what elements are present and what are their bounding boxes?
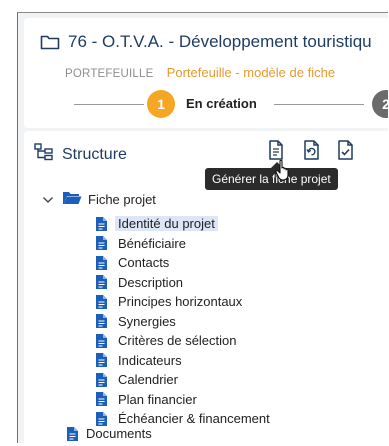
document-icon [269, 140, 283, 160]
folder-icon [40, 34, 60, 50]
document-refresh-icon [304, 140, 319, 160]
file-icon [96, 216, 107, 231]
tree-item-documents[interactable]: Documents [67, 426, 152, 441]
tree-item-contacts[interactable]: Contacts [96, 253, 356, 273]
tree-item-label: Identité du projet [115, 216, 218, 232]
breadcrumb: PORTEFEUILLE Portefeuille - modèle de fi… [65, 65, 335, 80]
tree-item-label: Bénéficiaire [118, 235, 186, 251]
hand-cursor-icon [274, 159, 292, 186]
app-frame: 76 - O.T.V.A. - Développement touristiqu… [17, 12, 388, 443]
stepper-line-right [274, 104, 364, 105]
file-icon [96, 372, 107, 387]
file-icon [96, 333, 107, 348]
project-title: 76 - O.T.V.A. - Développement touristiqu [68, 32, 372, 51]
chevron-down-icon[interactable] [42, 192, 56, 207]
tree-item-principes-horizontaux[interactable]: Principes horizontaux [96, 292, 356, 312]
folder-open-icon [62, 191, 82, 208]
file-icon [96, 236, 107, 251]
tree-item-indicateurs[interactable]: Indicateurs [96, 351, 356, 371]
file-icon [96, 314, 107, 329]
tree-item-plan-financier[interactable]: Plan financier [96, 390, 356, 410]
document-check-icon [338, 140, 353, 160]
file-icon [96, 411, 107, 426]
tree-item-calendrier[interactable]: Calendrier [96, 370, 356, 390]
breadcrumb-current[interactable]: Portefeuille - modèle de fiche [167, 65, 335, 80]
tree-item-label: Description [118, 274, 184, 290]
tree-item-label: Calendrier [118, 372, 178, 388]
project-header: 76 - O.T.V.A. - Développement touristiqu… [24, 18, 388, 128]
step-current-label: En création [186, 96, 257, 111]
breadcrumb-root[interactable]: PORTEFEUILLE [65, 68, 153, 80]
tree-item-label: Plan financier [118, 391, 197, 407]
validate-sheet-button[interactable] [333, 137, 359, 163]
file-icon [96, 255, 107, 270]
step-current-badge: 1 [147, 90, 175, 118]
tree-node-label: Fiche projet [88, 192, 156, 207]
project-title-row: 76 - O.T.V.A. - Développement touristiqu [40, 32, 372, 52]
file-icon [96, 392, 107, 407]
tree-item-label: Échéancier & financement [118, 411, 270, 427]
stepper-line-left [74, 104, 144, 105]
tree-node-fiche-projet[interactable]: Fiche projet [42, 191, 156, 208]
structure-header: Structure [34, 143, 127, 166]
tree-item-label: Contacts [118, 255, 170, 271]
step-next-badge: 2 [372, 90, 388, 118]
structure-tree-items: Identité du projet Bénéficiaire Contacts… [96, 214, 356, 429]
workflow-stepper: 1 En création 2 [74, 90, 388, 120]
file-icon [67, 426, 78, 441]
file-icon [96, 353, 107, 368]
tree-item-description[interactable]: Description [96, 273, 356, 293]
tree-item-criteres-de-selection[interactable]: Critères de sélection [96, 331, 356, 351]
tree-item-synergies[interactable]: Synergies [96, 312, 356, 332]
refresh-sheet-button[interactable] [299, 137, 325, 163]
structure-panel: Structure Générer la fiche projet Fiche … [24, 131, 388, 443]
tree-item-beneficiaire[interactable]: Bénéficiaire [96, 234, 356, 254]
file-icon [96, 294, 107, 309]
tree-item-label: Principes horizontaux [118, 294, 243, 310]
structure-title: Structure [62, 145, 127, 163]
generate-sheet-tooltip: Générer la fiche projet [205, 168, 338, 190]
tree-item-label: Synergies [118, 313, 176, 329]
tree-item-label: Documents [86, 426, 152, 441]
tree-item-identite-du-projet[interactable]: Identité du projet [96, 214, 356, 234]
tree-structure-icon [34, 143, 54, 166]
file-icon [96, 275, 107, 290]
tree-item-label: Critères de sélection [118, 333, 237, 349]
tree-item-label: Indicateurs [118, 352, 182, 368]
